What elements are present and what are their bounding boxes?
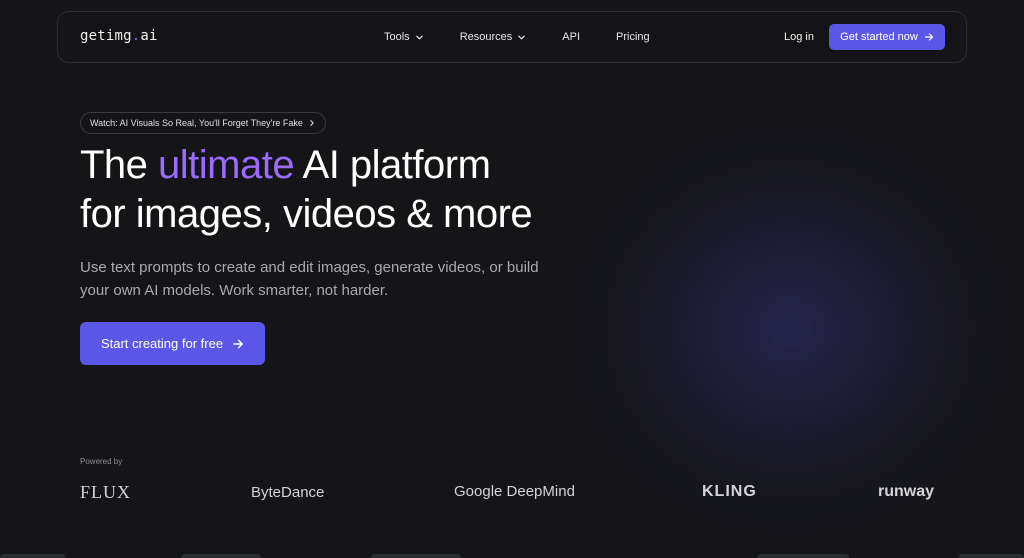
powered-by-label: Powered by bbox=[80, 457, 123, 466]
preview-card bbox=[958, 554, 1024, 558]
google-deepmind-logo: Google DeepMind bbox=[454, 483, 575, 500]
preview-card bbox=[757, 554, 849, 558]
login-link[interactable]: Log in bbox=[784, 31, 814, 43]
video-announcement-pill[interactable]: Watch: AI Visuals So Real, You'll Forget… bbox=[80, 112, 326, 134]
nav-links: Tools Resources API Pricing bbox=[384, 31, 686, 43]
get-started-button[interactable]: Get started now bbox=[829, 24, 945, 50]
headline-pre: The bbox=[80, 143, 159, 187]
headline-post: AI platform bbox=[294, 143, 491, 187]
flux-logo: FLUX bbox=[80, 482, 132, 502]
top-navbar: getimg.ai Tools Resources API Pricing Lo… bbox=[57, 11, 967, 63]
preview-card bbox=[371, 554, 461, 558]
logo-text: getimg bbox=[80, 28, 132, 44]
start-creating-button[interactable]: Start creating for free bbox=[80, 322, 265, 365]
get-started-label: Get started now bbox=[840, 31, 918, 43]
nav-item-label: Resources bbox=[459, 31, 513, 43]
nav-item-label: Pricing bbox=[616, 31, 650, 43]
hero-headline: The ultimate AI platform for images, vid… bbox=[80, 141, 533, 239]
logo-suffix: ai bbox=[140, 28, 158, 44]
nav-item-api[interactable]: API bbox=[562, 31, 580, 43]
chevron-right-icon bbox=[310, 120, 314, 126]
arrow-right-icon bbox=[924, 33, 933, 41]
preview-card bbox=[181, 554, 261, 558]
preview-card bbox=[0, 554, 66, 558]
hero-subtitle: Use text prompts to create and edit imag… bbox=[80, 259, 539, 299]
start-creating-label: Start creating for free bbox=[100, 336, 224, 351]
bytedance-logo: ByteDance bbox=[251, 484, 325, 501]
site-logo[interactable]: getimg.ai bbox=[80, 28, 158, 44]
headline-line2: for images, videos & more bbox=[80, 192, 533, 236]
nav-item-resources[interactable]: Resources bbox=[460, 31, 527, 43]
nav-item-label: Tools bbox=[384, 31, 410, 43]
nav-item-tools[interactable]: Tools bbox=[384, 31, 424, 43]
chevron-down-icon bbox=[415, 35, 423, 39]
runway-logo: runway bbox=[878, 483, 935, 500]
kling-logo: KLING bbox=[702, 483, 757, 500]
pill-label: Watch: AI Visuals So Real, You'll Forget… bbox=[90, 118, 303, 128]
landing-page: getimg.ai Tools Resources API Pricing Lo… bbox=[0, 0, 1024, 558]
arrow-right-icon bbox=[233, 339, 243, 348]
nav-item-label: API bbox=[562, 31, 580, 43]
headline-accent: ultimate bbox=[158, 143, 295, 187]
nav-item-pricing[interactable]: Pricing bbox=[616, 31, 650, 43]
chevron-down-icon bbox=[518, 35, 526, 39]
